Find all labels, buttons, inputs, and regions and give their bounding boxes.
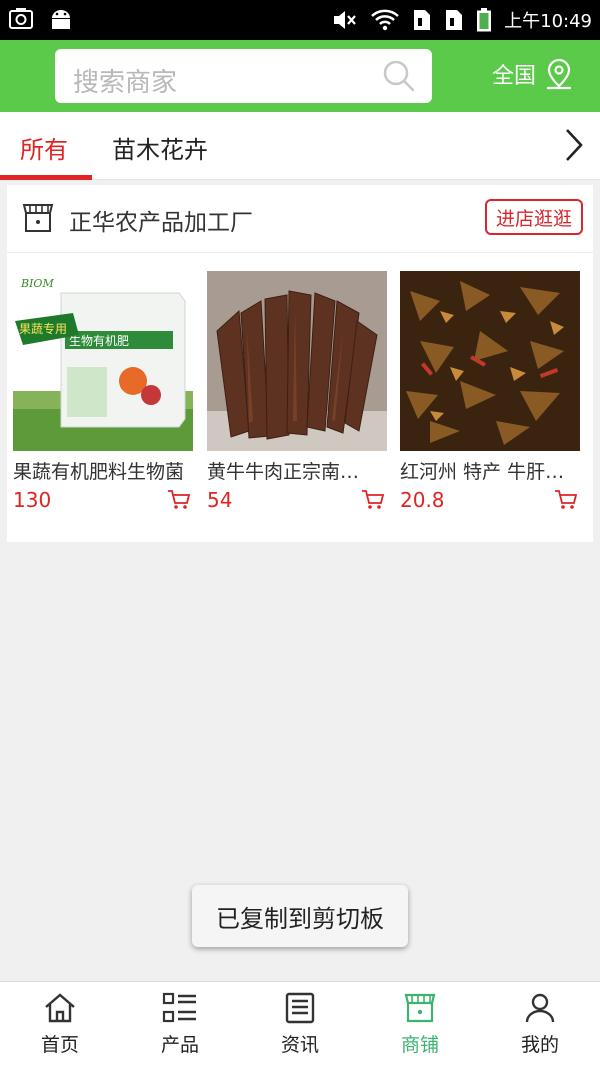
active-tab-indicator (0, 175, 92, 180)
chevron-right-icon[interactable] (562, 126, 586, 164)
region-selector[interactable]: 全国 (492, 58, 574, 90)
bag-title-text: 生物有机肥 (69, 334, 129, 348)
bottom-nav: 首页 产品 资讯 商铺 我的 (0, 981, 600, 1067)
battery-icon (477, 8, 492, 32)
sim1-icon (414, 10, 431, 30)
category-tabs: 所有 苗木花卉 (0, 112, 600, 180)
tab-all[interactable]: 所有 (20, 130, 68, 165)
bag-tag-text: 果蔬专用 (19, 321, 67, 336)
home-icon (45, 993, 75, 1023)
app-header: 搜索商家 全国 (0, 40, 600, 112)
cart-icon[interactable] (361, 489, 385, 511)
user-icon (525, 993, 555, 1023)
nav-label: 资讯 (280, 1034, 319, 1056)
nav-label: 首页 (40, 1034, 79, 1056)
nav-label: 我的 (520, 1034, 559, 1056)
product-name: 红河州 特产 牛肝… (400, 461, 565, 483)
shop-icon (404, 993, 436, 1023)
product-name: 黄牛牛肉正宗南… (207, 461, 360, 483)
nav-label: 产品 (160, 1034, 199, 1056)
nav-item-news[interactable]: 资讯 (240, 982, 360, 1067)
nav-label: 商铺 (400, 1034, 439, 1056)
toast-message: 已复制到剪切板 (192, 885, 408, 947)
status-bar: 上午10:49 (0, 0, 600, 40)
screenshot-icon (9, 8, 33, 29)
nav-item-shops[interactable]: 商铺 (360, 982, 480, 1067)
list-icon (162, 992, 196, 1023)
bag-brand-text: BIOM (20, 277, 54, 290)
product-name: 果蔬有机肥料生物菌 (13, 461, 185, 483)
sim2-icon (446, 10, 463, 30)
product-card[interactable]: 生物有机肥 果蔬专用 BIOM 果蔬有机肥料生物菌 130 (13, 271, 195, 512)
search-icon[interactable] (382, 59, 416, 93)
nav-item-products[interactable]: 产品 (120, 982, 240, 1067)
cart-icon[interactable] (167, 489, 191, 511)
product-card[interactable]: 红河州 特产 牛肝… 20.8 (400, 271, 582, 512)
product-card[interactable]: 黄牛牛肉正宗南… 54 (207, 271, 389, 512)
android-icon (52, 10, 70, 29)
nav-item-home[interactable]: 首页 (0, 982, 120, 1067)
product-image-fertilizer-bag[interactable]: 生物有机肥 果蔬专用 BIOM (13, 271, 193, 451)
enter-shop-button[interactable]: 进店逛逛 (485, 199, 583, 235)
cart-icon[interactable] (554, 489, 578, 511)
news-icon (285, 992, 315, 1024)
tab-seedlings-flowers[interactable]: 苗木花卉 (112, 130, 208, 165)
search-placeholder: 搜索商家 (73, 68, 178, 98)
product-image-beef-jerky[interactable] (207, 271, 387, 451)
product-image-dried-mushroom[interactable] (400, 271, 580, 451)
status-time: 上午10:49 (504, 11, 592, 32)
location-pin-icon (547, 58, 572, 90)
shop-header[interactable]: 正华农产品加工厂 进店逛逛 (7, 185, 593, 253)
wifi-icon (371, 9, 399, 31)
mute-icon (334, 11, 356, 29)
store-icon (22, 204, 54, 232)
shop-name: 正华农产品加工厂 (69, 210, 253, 236)
region-label: 全国 (492, 64, 537, 89)
search-input[interactable]: 搜索商家 (55, 49, 432, 103)
nav-item-me[interactable]: 我的 (480, 982, 600, 1067)
shop-card: 正华农产品加工厂 进店逛逛 生物有机肥 果蔬专用 BIOM 果蔬有机肥料生物菌 … (7, 185, 593, 542)
